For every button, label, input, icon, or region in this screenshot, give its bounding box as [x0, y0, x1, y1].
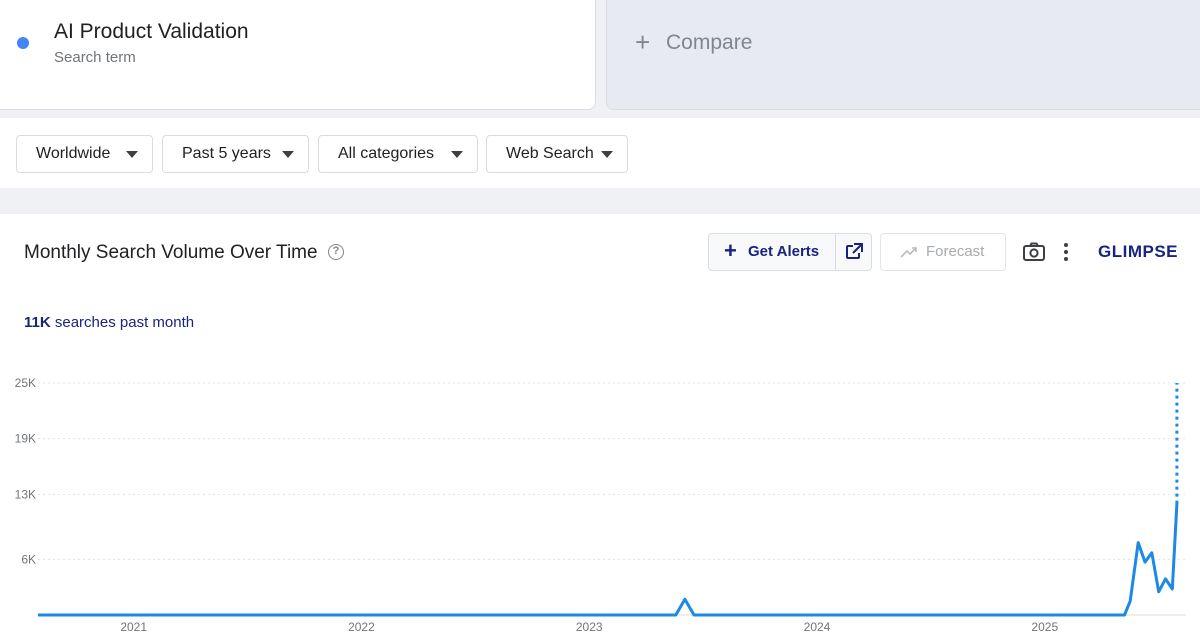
search-type-dropdown-label: Web Search	[506, 145, 594, 162]
glimpse-logo: GLIMPSE	[1098, 242, 1179, 261]
search-term-name[interactable]: AI Product Validation	[54, 20, 249, 44]
search-volume-chart: 25K 19K 13K 6K 2021 2022 2023 2024 2025	[15, 376, 1186, 634]
compare-label: Compare	[666, 31, 753, 54]
x-tick-label: 2025	[1031, 620, 1058, 634]
plus-icon: +	[635, 27, 651, 57]
summary-number: 11K	[24, 314, 51, 331]
time-range-dropdown-label: Past 5 years	[182, 145, 271, 162]
category-dropdown-label: All categories	[338, 145, 435, 162]
summary-text: searches past month	[50, 314, 195, 331]
external-link-button[interactable]	[836, 234, 872, 270]
search-term-card[interactable]: AI Product Validation Search term	[0, 0, 596, 110]
location-dropdown[interactable]: Worldwide	[16, 135, 153, 173]
help-icon[interactable]: ?	[328, 244, 344, 260]
y-tick-label: 13K	[15, 487, 36, 501]
forecast-label: Forecast	[926, 243, 985, 260]
plus-icon: +	[724, 238, 737, 263]
chart-title: Monthly Search Volume Over Time	[24, 242, 318, 263]
time-range-dropdown[interactable]: Past 5 years	[162, 135, 309, 173]
series-color-dot	[17, 37, 29, 49]
search-header: AI Product Validation Search term + Comp…	[0, 0, 1200, 118]
chart-panel: Monthly Search Volume Over Time ? + Get …	[0, 214, 1200, 640]
get-alerts-button[interactable]: + Get Alerts	[709, 234, 836, 270]
location-dropdown-label: Worldwide	[36, 145, 111, 162]
more-vert-icon	[1064, 243, 1068, 261]
y-tick-label: 25K	[15, 376, 36, 390]
category-dropdown[interactable]: All categories	[318, 135, 478, 173]
caret-down-icon	[601, 151, 613, 158]
trend-icon	[900, 247, 917, 258]
compare-button[interactable]: + Compare	[606, 0, 1200, 110]
more-options-button[interactable]	[1058, 240, 1074, 264]
get-alerts-label: Get Alerts	[748, 243, 820, 260]
caret-down-icon	[126, 151, 138, 158]
filter-bar: Worldwide Past 5 years All categories We…	[0, 118, 1200, 188]
x-tick-label: 2023	[576, 620, 603, 634]
screenshot-button[interactable]	[1022, 240, 1046, 264]
y-tick-label: 6K	[21, 552, 36, 566]
caret-down-icon	[282, 151, 294, 158]
alerts-button-group: + Get Alerts	[708, 233, 872, 271]
search-volume-summary: 11K searches past month	[24, 314, 194, 331]
search-type-dropdown[interactable]: Web Search	[486, 135, 628, 173]
caret-down-icon	[451, 151, 463, 158]
x-tick-label: 2024	[804, 620, 831, 634]
external-link-icon	[846, 243, 864, 259]
camera-icon	[1023, 242, 1045, 261]
x-tick-label: 2021	[120, 620, 147, 634]
y-tick-label: 19K	[15, 432, 36, 446]
forecast-button[interactable]: Forecast	[880, 233, 1006, 271]
x-tick-label: 2022	[348, 620, 375, 634]
search-term-subtitle: Search term	[54, 49, 136, 66]
